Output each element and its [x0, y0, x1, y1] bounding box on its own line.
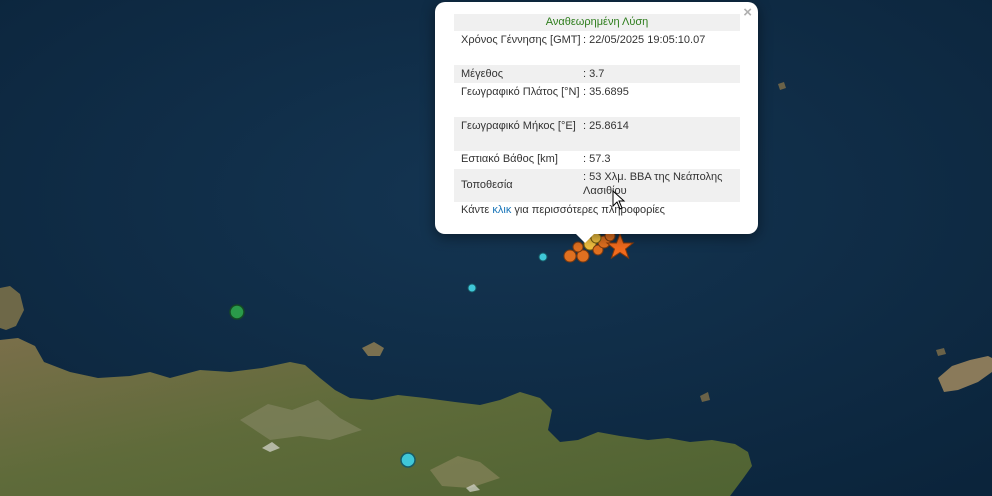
- popup-title: Αναθεωρημένη Λύση: [454, 14, 740, 31]
- table-row: Γεωγραφικό Μήκος [°E] : 25.8614: [454, 117, 740, 151]
- earthquake-marker-cyan-small[interactable]: [467, 283, 477, 293]
- earthquake-details-table: Χρόνος Γέννησης [GMT] : 22/05/2025 19:05…: [454, 31, 740, 202]
- latitude-label: Γεωγραφικό Πλάτος [°N]: [461, 86, 580, 98]
- table-row: Εστιακό Βάθος [km] : 57.3: [454, 151, 740, 169]
- origin-time-label: Χρόνος Γέννησης [GMT]: [461, 34, 581, 46]
- magnitude-label: Μέγεθος: [454, 65, 583, 83]
- earthquake-popup: × Αναθεωρημένη Λύση Χρόνος Γέννησης [GMT…: [435, 2, 758, 243]
- magnitude-value: : 3.7: [583, 65, 740, 83]
- origin-time-value: : 22/05/2025 19:05:10.07: [583, 34, 706, 46]
- more-info-link[interactable]: κλικ: [492, 204, 511, 216]
- table-row: Γεωγραφικό Πλάτος [°N] : 35.6895: [454, 83, 740, 117]
- table-row: Τοποθεσία : 53 Χλμ. ΒΒΑ της Νεάπολης Λασ…: [454, 169, 740, 202]
- depth-label: Εστιακό Βάθος [km]: [461, 153, 558, 165]
- table-row: Χρόνος Γέννησης [GMT] : 22/05/2025 19:05…: [454, 31, 740, 65]
- earthquake-marker-green[interactable]: [229, 304, 245, 320]
- latitude-value: : 35.6895: [583, 86, 629, 98]
- footer-prefix: Κάντε: [461, 204, 493, 216]
- location-value: : 53 Χλμ. ΒΒΑ της Νεάπολης Λασιθίου: [583, 169, 740, 202]
- depth-value: : 57.3: [583, 153, 611, 165]
- mouse-cursor-icon: [612, 190, 626, 210]
- close-icon[interactable]: ×: [743, 5, 752, 20]
- earthquake-marker-cyan-large[interactable]: [400, 452, 416, 468]
- popup-tip: [575, 233, 595, 243]
- popup-footer: Κάντε κλικ για περισσότερες πληροφορίες: [454, 204, 740, 216]
- longitude-label: Γεωγραφικό Μήκος [°E]: [454, 117, 583, 151]
- earthquake-marker-cyan-small[interactable]: [538, 252, 548, 262]
- location-label: Τοποθεσία: [454, 169, 583, 202]
- table-row: Μέγεθος : 3.7: [454, 65, 740, 83]
- footer-suffix: για περισσότερες πληροφορίες: [511, 204, 665, 216]
- longitude-value: : 25.8614: [583, 117, 740, 151]
